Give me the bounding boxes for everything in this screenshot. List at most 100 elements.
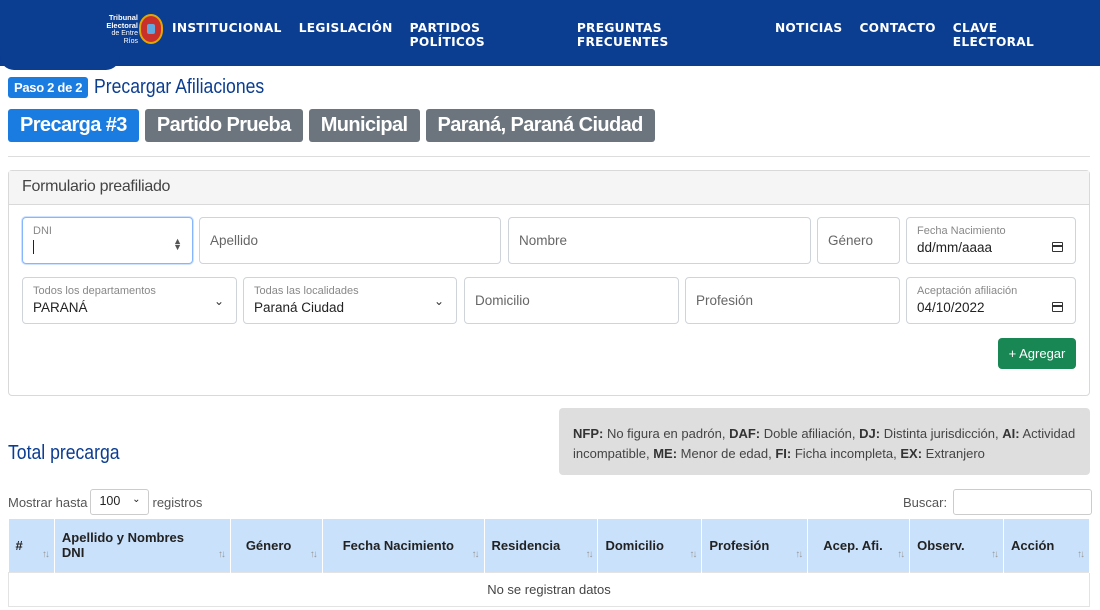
legend-code: NFP: <box>573 426 604 441</box>
nombre-field[interactable]: Nombre <box>508 217 811 264</box>
col-acep-afi[interactable]: Acep. Afi. ↑↓ <box>807 519 911 572</box>
page-length-control: Mostrar hasta 100 ⌄ registros <box>8 489 202 515</box>
legend-text: Doble afiliación, <box>760 426 860 441</box>
col-domicilio[interactable]: Domicilio ↑↓ <box>597 519 703 572</box>
sort-icon: ↑↓ <box>309 549 318 560</box>
aceptacion-value: 04/10/2022 <box>917 300 985 315</box>
step-badge: Paso 2 de 2 <box>8 77 89 98</box>
text-caret <box>33 240 34 254</box>
col-label: Profesión <box>709 537 770 553</box>
profesion-placeholder: Profesión <box>696 293 754 308</box>
nav-contacto[interactable]: CONTACTO <box>859 21 935 49</box>
legend-text: No figura en padrón, <box>603 426 730 441</box>
show-prefix: Mostrar hasta <box>8 494 88 510</box>
chip-precarga: Precarga #3 <box>8 109 139 142</box>
localidad-select[interactable]: Todas las localidades Paraná Ciudad ⌄ <box>243 277 457 324</box>
domicilio-field[interactable]: Domicilio <box>464 277 679 324</box>
legend-code: ME: <box>653 446 678 461</box>
sort-icon: ↑↓ <box>795 549 803 560</box>
legend-code: FI: <box>775 446 792 461</box>
col-label: Residencia <box>491 537 561 553</box>
total-precarga-title: Total precarga <box>8 442 120 464</box>
sort-icon: ↑↓ <box>471 549 480 560</box>
empty-table-message: No se registran datos <box>8 571 1090 607</box>
calendar-icon[interactable] <box>1052 242 1063 252</box>
fecha-nacimiento-label: Fecha Nacimiento <box>917 225 1006 237</box>
show-suffix: registros <box>152 494 203 510</box>
col-profesion[interactable]: Profesión ↑↓ <box>701 519 809 572</box>
calendar-icon[interactable] <box>1052 302 1063 312</box>
col-label: Fecha Nacimiento <box>342 537 454 553</box>
chip-partido: Partido Prueba <box>144 109 303 142</box>
sort-icon: ↑↓ <box>991 549 999 560</box>
site-logo[interactable]: Tribunal Electoral de Entre Ríos <box>96 14 166 46</box>
col-label: Género <box>245 537 292 553</box>
legend-text: Ficha incompleta, <box>791 446 901 461</box>
localidad-value: Paraná Ciudad <box>254 300 345 315</box>
col-index[interactable]: # ↑↓ <box>8 519 55 572</box>
genero-field[interactable]: Género <box>817 217 900 264</box>
dni-field[interactable]: DNI ▲ ▼ <box>22 217 193 264</box>
col-genero[interactable]: Género ↑↓ <box>230 519 323 572</box>
col-label: Acción <box>1011 537 1055 553</box>
nav-noticias[interactable]: NOTICIAS <box>775 21 843 49</box>
chevron-down-icon: ⌄ <box>433 294 444 308</box>
col-observ[interactable]: Observ. ↑↓ <box>909 519 1005 572</box>
legend-code: DJ: <box>859 426 881 441</box>
number-spinner-icon[interactable]: ▲ ▼ <box>173 237 182 252</box>
dni-label: DNI <box>33 225 52 237</box>
sort-icon: ↑↓ <box>1077 549 1085 560</box>
departamento-select[interactable]: Todos los departamentos PARANÁ ⌄ <box>22 277 237 324</box>
search-input[interactable] <box>953 489 1093 515</box>
page-title: Precargar Afiliaciones <box>94 76 265 98</box>
sort-icon: ↑↓ <box>897 549 905 560</box>
observations-legend: NFP: No figura en padrón, DAF: Doble afi… <box>559 408 1090 475</box>
localidad-label: Todas las localidades <box>254 285 359 297</box>
sort-icon: ↑↓ <box>41 549 50 560</box>
table-header-row: # ↑↓ Apellido y Nombres DNI ↑↓ Género ↑↓ Fe… <box>8 519 1090 572</box>
top-navbar: Tribunal Electoral de Entre Ríos INSTITU… <box>0 0 1100 70</box>
nav-preguntas-frecuentes[interactable]: PREGUNTAS FRECUENTES <box>577 21 758 49</box>
col-label: Apellido y Nombres DNI <box>61 530 184 561</box>
fecha-nacimiento-value: dd/mm/aaaa <box>917 240 993 255</box>
logo-line2: Electoral <box>106 21 138 30</box>
precarga-table: # ↑↓ Apellido y Nombres DNI ↑↓ Género ↑↓ Fe… <box>8 519 1090 607</box>
profesion-field[interactable]: Profesión <box>685 277 900 324</box>
chip-ambito: Municipal <box>308 109 420 142</box>
table-row: No se registran datos <box>8 571 1090 607</box>
nav-clave-electoral[interactable]: CLAVE ELECTORAL <box>953 21 1083 49</box>
add-button[interactable]: + Agregar <box>998 338 1076 369</box>
departamento-value: PARANÁ <box>33 300 88 315</box>
apellido-field[interactable]: Apellido <box>199 217 501 264</box>
col-apellido-nombres-dni[interactable]: Apellido y Nombres DNI ↑↓ <box>54 519 231 572</box>
form-card-title: Formulario preafiliado <box>9 171 1089 205</box>
chevron-down-icon: ⌄ <box>213 294 224 308</box>
aceptacion-field[interactable]: Aceptación afiliación 04/10/2022 <box>906 277 1076 324</box>
nav-legislacion[interactable]: LEGISLACIÓN <box>299 21 393 49</box>
col-fecha-nacimiento[interactable]: Fecha Nacimiento ↑↓ <box>322 519 485 572</box>
nav-partidos-politicos[interactable]: PARTIDOS POLÍTICOS <box>410 21 560 49</box>
page-length-value: 100 <box>99 494 121 508</box>
col-label: Acep. Afi. <box>823 537 883 553</box>
apellido-placeholder: Apellido <box>210 233 259 248</box>
main-nav: INSTITUCIONAL LEGISLACIÓN PARTIDOS POLÍT… <box>172 21 1100 49</box>
context-chips: Precarga #3 Partido Prueba Municipal Par… <box>8 109 661 142</box>
sort-icon: ↑↓ <box>585 549 593 560</box>
legend-code: AI: <box>1002 426 1020 441</box>
nombre-placeholder: Nombre <box>519 233 568 248</box>
logo-line3: de Entre Ríos <box>111 30 138 45</box>
col-accion[interactable]: Acción ↑↓ <box>1003 519 1090 572</box>
legend-text: Menor de edad, <box>677 446 776 461</box>
fecha-nacimiento-field[interactable]: Fecha Nacimiento dd/mm/aaaa <box>906 217 1076 264</box>
page-length-select[interactable]: 100 ⌄ <box>90 489 150 515</box>
nav-institucional[interactable]: INSTITUCIONAL <box>172 21 282 49</box>
header-swoosh <box>0 56 120 70</box>
province-seal-icon <box>139 14 163 44</box>
col-residencia[interactable]: Residencia ↑↓ <box>484 519 599 572</box>
col-label: Domicilio <box>605 537 664 553</box>
divider <box>8 156 1090 157</box>
domicilio-placeholder: Domicilio <box>475 293 530 308</box>
aceptacion-label: Aceptación afiliación <box>917 285 1018 297</box>
departamento-label: Todos los departamentos <box>33 285 156 297</box>
search-label: Buscar: <box>903 494 948 510</box>
